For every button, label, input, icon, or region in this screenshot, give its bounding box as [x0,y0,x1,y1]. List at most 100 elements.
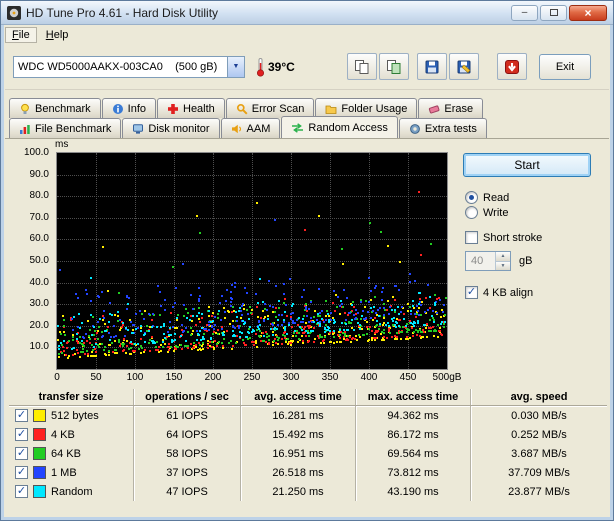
save-image-button[interactable] [448,53,479,80]
scatter-point [225,288,228,291]
scatter-point [111,313,114,316]
folder-icon [325,105,337,114]
chevron-down-icon[interactable]: ▼ [227,56,244,77]
scatter-point [154,341,157,344]
copy-image-button[interactable] [378,53,409,80]
tab-health[interactable]: Health [157,98,225,118]
scatter-point [312,330,315,333]
scatter-point [362,309,365,312]
read-radio[interactable]: Read [465,191,509,204]
scatter-point [362,317,365,320]
tab-erase[interactable]: Erase [418,98,484,118]
tab-folder-usage[interactable]: Folder Usage [315,98,418,118]
scatter-point [326,326,329,329]
scatter-point [244,335,247,338]
drive-select[interactable]: WDC WD5000AAKX-003CA0 (500 gB) ▼ [13,55,245,78]
scatter-point [167,330,170,333]
scatter-point [377,314,380,317]
tab-disk-monitor[interactable]: Disk monitor [122,118,220,138]
scatter-point [339,328,341,331]
scatter-point [392,296,395,299]
scatter-point [351,319,354,322]
series-checkbox[interactable]: ✓ [15,466,28,479]
maximize-button[interactable] [540,4,567,21]
start-button[interactable]: Start [463,153,591,177]
scatter-point [94,329,96,332]
scatter-point [62,315,65,318]
write-radio[interactable]: Write [465,206,508,219]
scatter-point [198,297,201,300]
scatter-point [393,335,396,338]
scatter-point [137,326,140,329]
scatter-point [360,327,363,330]
scatter-point [364,316,367,319]
scatter-point [298,337,301,340]
spin-up-button[interactable]: ▲ [496,252,510,261]
x-tick-label: 450 [399,372,417,383]
scatter-point [420,254,423,257]
scatter-point [182,304,185,307]
menu-file[interactable]: File [5,26,37,43]
scatter-point [281,333,284,336]
short-stroke-checkbox[interactable]: Short stroke [465,231,542,244]
scatter-point [395,331,398,334]
scatter-point [72,353,75,356]
scatter-point [191,329,194,332]
header-operations: operations / sec [134,389,241,405]
scatter-point [439,327,442,330]
scatter-point [232,333,235,336]
close-button[interactable]: × [569,4,607,21]
scatter-point [312,327,315,330]
tab-extra-tests[interactable]: Extra tests [398,118,487,138]
title-bar[interactable]: HD Tune Pro 4.61 - Hard Disk Utility – × [1,1,613,25]
minimize-button[interactable]: – [511,4,538,21]
align-checkbox[interactable]: ✓ 4 KB align [465,286,533,299]
scatter-point [344,312,347,315]
scatter-point [337,295,340,298]
tab-file-benchmark[interactable]: File Benchmark [9,118,122,138]
scatter-point [132,323,135,326]
scatter-point [367,339,370,342]
series-checkbox[interactable]: ✓ [15,447,28,460]
series-color-swatch [33,485,46,498]
scatter-point [122,349,125,352]
scatter-point [432,329,435,332]
copy-text-button[interactable] [346,53,377,80]
short-stroke-size-input[interactable]: 40 ▲ ▼ [465,251,511,271]
scatter-point [84,332,87,335]
tab-info[interactable]: Info [101,98,156,118]
scatter-point [145,325,148,328]
scatter-point [200,327,203,329]
scatter-point [418,190,421,193]
tab-aam[interactable]: AAM [220,118,281,138]
tab-row-2: File Benchmark Disk monitor AAM Random A… [5,116,609,138]
series-checkbox[interactable]: ✓ [15,485,28,498]
series-checkbox[interactable]: ✓ [15,409,28,422]
tab-panel-border [5,138,609,139]
scatter-point [212,311,215,314]
v-gridline [369,153,370,369]
tab-random-access[interactable]: Random Access [281,116,398,138]
menu-help[interactable]: Help [39,27,76,43]
scatter-point [65,346,68,349]
window-controls: – × [511,4,607,21]
series-checkbox[interactable]: ✓ [15,428,28,441]
max-access-value: 94.362 ms [356,406,471,425]
tab-benchmark[interactable]: Benchmark [9,98,101,118]
scatter-point [277,342,280,345]
scatter-point [327,321,330,324]
scatter-point [240,304,243,307]
tab-error-scan[interactable]: Error Scan [225,98,315,118]
scatter-point [248,332,251,335]
spin-down-button[interactable]: ▼ [496,260,510,270]
download-button[interactable] [496,53,527,80]
scatter-point [332,302,335,305]
save-text-button[interactable] [416,53,447,80]
scatter-point [93,333,96,336]
scatter-point [221,341,224,344]
scatter-point [234,286,237,289]
exit-button[interactable]: Exit [539,53,591,80]
scatter-point [342,288,345,291]
scatter-point [148,349,151,352]
scatter-point [434,329,437,332]
